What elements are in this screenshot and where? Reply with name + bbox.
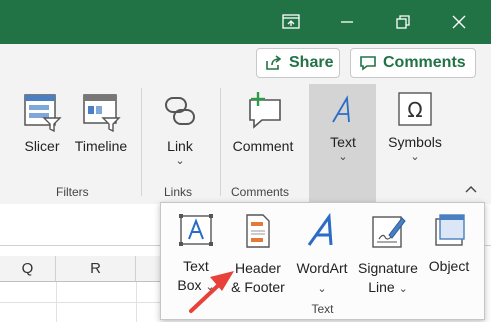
column-header-q[interactable]: Q bbox=[0, 256, 56, 282]
text-label: Text bbox=[330, 134, 356, 150]
timeline-label: Timeline bbox=[74, 138, 128, 154]
share-button[interactable]: Share bbox=[256, 48, 340, 78]
wordart-label: WordArt bbox=[296, 260, 348, 276]
link-icon bbox=[165, 97, 195, 125]
link-label: Link bbox=[167, 138, 193, 154]
text-box-chevron-icon: ⌄ bbox=[205, 281, 215, 293]
header-footer-icon bbox=[246, 214, 270, 248]
wordart-chevron-icon: ⌄ bbox=[317, 283, 327, 295]
collapse-ribbon-icon[interactable] bbox=[465, 182, 477, 196]
text-group-label: Text bbox=[311, 302, 334, 316]
minimize-icon[interactable] bbox=[324, 0, 370, 44]
signature-line-chevron-icon: ⌄ bbox=[398, 283, 408, 295]
text-box-label: Text Box ⌄ bbox=[177, 258, 215, 293]
link-button[interactable]: Link ⌄ bbox=[156, 92, 204, 167]
text-icon bbox=[332, 95, 350, 123]
object-label: Object bbox=[428, 258, 470, 274]
group-separator bbox=[141, 88, 142, 196]
new-comment-button[interactable]: Comment bbox=[228, 90, 298, 155]
gridline bbox=[0, 302, 170, 303]
group-label-filters: Filters bbox=[56, 185, 89, 199]
restore-icon[interactable] bbox=[380, 0, 426, 44]
share-icon bbox=[266, 55, 282, 70]
object-button[interactable]: Object bbox=[423, 213, 475, 276]
wordart-icon bbox=[307, 213, 333, 246]
group-label-links: Links bbox=[164, 185, 193, 199]
symbols-dropdown-chevron-icon: ⌄ bbox=[410, 151, 420, 163]
signature-line-button[interactable]: Signature Line ⌄ bbox=[355, 213, 421, 297]
svg-text:Ω: Ω bbox=[407, 98, 422, 122]
header-footer-button[interactable]: Header & Footer bbox=[227, 213, 289, 297]
group-separator bbox=[220, 88, 221, 196]
ribbon-display-options-icon[interactable] bbox=[268, 0, 314, 44]
link-dropdown-chevron-icon: ⌄ bbox=[175, 155, 185, 167]
wordart-button[interactable]: WordArt ⌄ bbox=[291, 213, 353, 297]
comments-label: Comments bbox=[383, 54, 466, 71]
symbols-button[interactable]: Ω Symbols ⌄ bbox=[384, 90, 446, 163]
gridline bbox=[56, 282, 57, 322]
share-label: Share bbox=[289, 54, 334, 71]
close-icon[interactable] bbox=[436, 0, 482, 44]
group-label-comments: Comments bbox=[231, 185, 290, 199]
slicer-label: Slicer bbox=[24, 138, 60, 154]
comment-icon bbox=[360, 56, 376, 71]
new-comment-icon bbox=[249, 92, 281, 129]
signature-line-label: Signature Line ⌄ bbox=[358, 260, 418, 295]
timeline-icon bbox=[83, 94, 121, 132]
text-dropdown-chevron-icon: ⌄ bbox=[338, 151, 348, 163]
slicer-icon bbox=[24, 94, 62, 132]
title-bar bbox=[0, 0, 491, 44]
gridline bbox=[136, 282, 137, 322]
omega-icon: Ω bbox=[398, 92, 432, 126]
signature-line-icon bbox=[372, 216, 406, 248]
text-box-button[interactable]: Text Box ⌄ bbox=[169, 213, 223, 295]
column-header-r[interactable]: R bbox=[56, 256, 136, 282]
comment-label: Comment bbox=[232, 138, 294, 154]
header-footer-label: Header & Footer bbox=[231, 260, 285, 295]
text-box-icon bbox=[179, 214, 213, 246]
object-icon bbox=[435, 214, 465, 246]
text-button[interactable]: Text ⌄ bbox=[312, 92, 374, 163]
timeline-button[interactable]: Timeline bbox=[71, 92, 131, 155]
slicer-button[interactable]: Slicer bbox=[18, 92, 66, 155]
text-dropdown-menu: Text Box ⌄ Header & Footer WordArt ⌄ Signa… bbox=[160, 202, 485, 320]
comments-button[interactable]: Comments bbox=[350, 48, 476, 78]
symbols-label: Symbols bbox=[388, 134, 442, 150]
